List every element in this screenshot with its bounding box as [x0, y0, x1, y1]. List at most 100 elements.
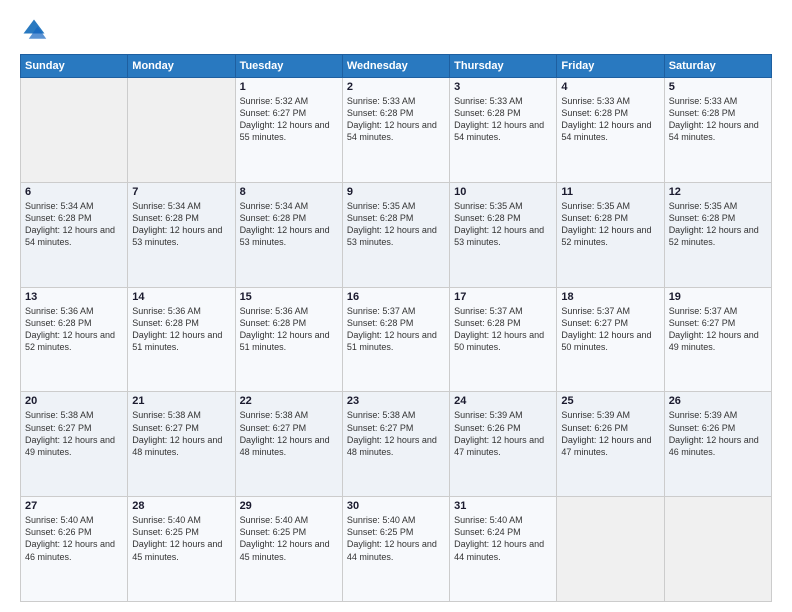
- calendar-week-row: 1 Sunrise: 5:32 AM Sunset: 6:27 PM Daylig…: [21, 78, 772, 183]
- calendar-cell: [21, 78, 128, 183]
- day-number: 29: [240, 500, 338, 512]
- day-number: 19: [669, 291, 767, 303]
- day-number: 18: [561, 291, 659, 303]
- day-info: Sunrise: 5:36 AM Sunset: 6:28 PM Dayligh…: [240, 305, 338, 354]
- calendar-cell: 11 Sunrise: 5:35 AM Sunset: 6:28 PM Dayli…: [557, 182, 664, 287]
- day-number: 4: [561, 81, 659, 93]
- calendar-table: SundayMondayTuesdayWednesdayThursdayFrid…: [20, 54, 772, 602]
- calendar-week-row: 20Sunrise: 5:38 AM Sunset: 6:27 PM Dayli…: [21, 392, 772, 497]
- calendar-day-header: Saturday: [664, 55, 771, 78]
- day-info: Sunrise: 5:40 AM Sunset: 6:25 PM Dayligh…: [240, 514, 338, 563]
- calendar-week-row: 27 Sunrise: 5:40 AM Sunset: 6:26 PM Dayli…: [21, 497, 772, 602]
- day-info: Sunrise: 5:33 AM Sunset: 6:28 PM Dayligh…: [347, 95, 445, 144]
- calendar-cell: 23 Sunrise: 5:38 AM Sunset: 6:27 PM Dayli…: [342, 392, 449, 497]
- day-info: Sunrise: 5:34 AM Sunset: 6:28 PM Dayligh…: [240, 200, 338, 249]
- day-info: Sunrise: 5:38 AM Sunset: 6:27 PM Dayligh…: [240, 409, 338, 458]
- calendar-cell: 1 Sunrise: 5:32 AM Sunset: 6:27 PM Daylig…: [235, 78, 342, 183]
- calendar-cell: 5 Sunrise: 5:33 AM Sunset: 6:28 PM Daylig…: [664, 78, 771, 183]
- calendar-cell: 12Sunrise: 5:35 AM Sunset: 6:28 PM Dayli…: [664, 182, 771, 287]
- day-number: 15: [240, 291, 338, 303]
- calendar-cell: 26 Sunrise: 5:39 AM Sunset: 6:26 PM Dayli…: [664, 392, 771, 497]
- logo: [20, 16, 52, 44]
- calendar-day-header: Monday: [128, 55, 235, 78]
- logo-icon: [20, 16, 48, 44]
- calendar-day-header: Sunday: [21, 55, 128, 78]
- day-info: Sunrise: 5:40 AM Sunset: 6:25 PM Dayligh…: [132, 514, 230, 563]
- day-info: Sunrise: 5:39 AM Sunset: 6:26 PM Dayligh…: [561, 409, 659, 458]
- calendar-cell: 25 Sunrise: 5:39 AM Sunset: 6:26 PM Dayli…: [557, 392, 664, 497]
- calendar-cell: 13 Sunrise: 5:36 AM Sunset: 6:28 PM Dayli…: [21, 287, 128, 392]
- calendar-cell: 9 Sunrise: 5:35 AM Sunset: 6:28 PM Daylig…: [342, 182, 449, 287]
- day-info: Sunrise: 5:32 AM Sunset: 6:27 PM Dayligh…: [240, 95, 338, 144]
- calendar-cell: 3Sunrise: 5:33 AM Sunset: 6:28 PM Daylig…: [450, 78, 557, 183]
- calendar-day-header: Tuesday: [235, 55, 342, 78]
- day-number: 6: [25, 186, 123, 198]
- calendar-cell: 10 Sunrise: 5:35 AM Sunset: 6:28 PM Dayli…: [450, 182, 557, 287]
- day-number: 2: [347, 81, 445, 93]
- page: SundayMondayTuesdayWednesdayThursdayFrid…: [0, 0, 792, 612]
- calendar-day-header: Thursday: [450, 55, 557, 78]
- calendar-cell: 14Sunrise: 5:36 AM Sunset: 6:28 PM Dayli…: [128, 287, 235, 392]
- calendar-cell: 22 Sunrise: 5:38 AM Sunset: 6:27 PM Dayli…: [235, 392, 342, 497]
- day-info: Sunrise: 5:40 AM Sunset: 6:26 PM Dayligh…: [25, 514, 123, 563]
- day-number: 31: [454, 500, 552, 512]
- day-number: 22: [240, 395, 338, 407]
- day-info: Sunrise: 5:37 AM Sunset: 6:27 PM Dayligh…: [669, 305, 767, 354]
- day-number: 25: [561, 395, 659, 407]
- day-number: 26: [669, 395, 767, 407]
- day-info: Sunrise: 5:35 AM Sunset: 6:28 PM Dayligh…: [561, 200, 659, 249]
- calendar-cell: 28 Sunrise: 5:40 AM Sunset: 6:25 PM Dayli…: [128, 497, 235, 602]
- day-number: 14: [132, 291, 230, 303]
- calendar-week-row: 6 Sunrise: 5:34 AM Sunset: 6:28 PM Daylig…: [21, 182, 772, 287]
- calendar-cell: 15 Sunrise: 5:36 AM Sunset: 6:28 PM Dayli…: [235, 287, 342, 392]
- day-number: 1: [240, 81, 338, 93]
- calendar-day-header: Friday: [557, 55, 664, 78]
- day-number: 5: [669, 81, 767, 93]
- day-info: Sunrise: 5:33 AM Sunset: 6:28 PM Dayligh…: [669, 95, 767, 144]
- day-number: 30: [347, 500, 445, 512]
- day-info: Sunrise: 5:34 AM Sunset: 6:28 PM Dayligh…: [132, 200, 230, 249]
- day-info: Sunrise: 5:40 AM Sunset: 6:25 PM Dayligh…: [347, 514, 445, 563]
- day-info: Sunrise: 5:38 AM Sunset: 6:27 PM Dayligh…: [347, 409, 445, 458]
- day-info: Sunrise: 5:35 AM Sunset: 6:28 PM Dayligh…: [347, 200, 445, 249]
- day-info: Sunrise: 5:36 AM Sunset: 6:28 PM Dayligh…: [25, 305, 123, 354]
- day-number: 21: [132, 395, 230, 407]
- day-info: Sunrise: 5:33 AM Sunset: 6:28 PM Dayligh…: [454, 95, 552, 144]
- day-number: 16: [347, 291, 445, 303]
- day-number: 7: [132, 186, 230, 198]
- day-info: Sunrise: 5:37 AM Sunset: 6:28 PM Dayligh…: [347, 305, 445, 354]
- day-info: Sunrise: 5:38 AM Sunset: 6:27 PM Dayligh…: [132, 409, 230, 458]
- day-info: Sunrise: 5:37 AM Sunset: 6:27 PM Dayligh…: [561, 305, 659, 354]
- calendar-header-row: SundayMondayTuesdayWednesdayThursdayFrid…: [21, 55, 772, 78]
- calendar-cell: 19 Sunrise: 5:37 AM Sunset: 6:27 PM Dayli…: [664, 287, 771, 392]
- calendar-cell: 8 Sunrise: 5:34 AM Sunset: 6:28 PM Daylig…: [235, 182, 342, 287]
- day-number: 17: [454, 291, 552, 303]
- calendar-cell: 31 Sunrise: 5:40 AM Sunset: 6:24 PM Dayli…: [450, 497, 557, 602]
- day-number: 10: [454, 186, 552, 198]
- day-number: 27: [25, 500, 123, 512]
- calendar-cell: [664, 497, 771, 602]
- day-number: 23: [347, 395, 445, 407]
- header: [20, 16, 772, 44]
- day-info: Sunrise: 5:39 AM Sunset: 6:26 PM Dayligh…: [669, 409, 767, 458]
- calendar-cell: 7 Sunrise: 5:34 AM Sunset: 6:28 PM Daylig…: [128, 182, 235, 287]
- day-info: Sunrise: 5:35 AM Sunset: 6:28 PM Dayligh…: [454, 200, 552, 249]
- calendar-cell: 27 Sunrise: 5:40 AM Sunset: 6:26 PM Dayli…: [21, 497, 128, 602]
- calendar-cell: 2 Sunrise: 5:33 AM Sunset: 6:28 PM Daylig…: [342, 78, 449, 183]
- calendar-cell: 29 Sunrise: 5:40 AM Sunset: 6:25 PM Dayli…: [235, 497, 342, 602]
- day-number: 13: [25, 291, 123, 303]
- calendar-cell: 20Sunrise: 5:38 AM Sunset: 6:27 PM Dayli…: [21, 392, 128, 497]
- calendar-cell: 30 Sunrise: 5:40 AM Sunset: 6:25 PM Dayli…: [342, 497, 449, 602]
- calendar-week-row: 13 Sunrise: 5:36 AM Sunset: 6:28 PM Dayli…: [21, 287, 772, 392]
- day-info: Sunrise: 5:38 AM Sunset: 6:27 PM Dayligh…: [25, 409, 123, 458]
- day-number: 9: [347, 186, 445, 198]
- day-info: Sunrise: 5:40 AM Sunset: 6:24 PM Dayligh…: [454, 514, 552, 563]
- day-info: Sunrise: 5:33 AM Sunset: 6:28 PM Dayligh…: [561, 95, 659, 144]
- day-number: 8: [240, 186, 338, 198]
- day-number: 24: [454, 395, 552, 407]
- day-info: Sunrise: 5:39 AM Sunset: 6:26 PM Dayligh…: [454, 409, 552, 458]
- day-number: 28: [132, 500, 230, 512]
- calendar-cell: [557, 497, 664, 602]
- calendar-cell: 4 Sunrise: 5:33 AM Sunset: 6:28 PM Daylig…: [557, 78, 664, 183]
- day-number: 11: [561, 186, 659, 198]
